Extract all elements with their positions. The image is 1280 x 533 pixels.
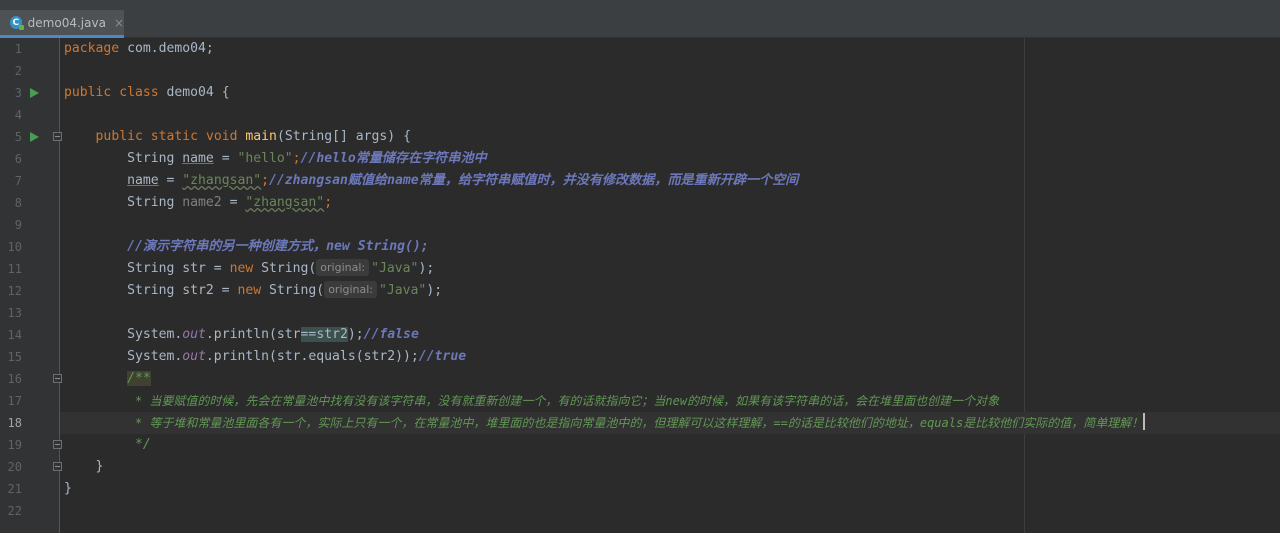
code-line-21[interactable]: } xyxy=(64,478,1280,500)
close-icon[interactable]: × xyxy=(114,16,124,30)
line-number: 15 xyxy=(7,350,22,364)
line-number: 19 xyxy=(7,438,22,452)
code-line-16[interactable]: /** xyxy=(64,368,1280,390)
code-line-1[interactable]: package com.demo04; xyxy=(64,38,1280,60)
line-number: 14 xyxy=(7,328,22,342)
code-line-18-current[interactable]: * 等于堆和常量池里面各有一个，实际上只有一个，在常量池中，堆里面的也是指向常量… xyxy=(60,412,1280,434)
line-number: 10 xyxy=(7,240,22,254)
line-number: 12 xyxy=(7,284,22,298)
line-number: 16 xyxy=(7,372,22,386)
tab-title: demo04.java xyxy=(27,15,106,30)
java-class-icon: C xyxy=(10,16,24,30)
code-line-3[interactable]: public class demo04 { xyxy=(64,82,1280,104)
line-number: 8 xyxy=(14,196,22,210)
line-number: 3 xyxy=(14,86,22,100)
line-number: 17 xyxy=(7,394,22,408)
line-number: 5 xyxy=(14,130,22,144)
line-number: 11 xyxy=(7,262,22,276)
line-number: 9 xyxy=(14,218,22,232)
tab-demo04-java[interactable]: C demo04.java × xyxy=(0,10,124,38)
code-line-12[interactable]: String str2 = new String(original: "Java"… xyxy=(64,280,1280,302)
code-line-17[interactable]: * 当要赋值的时候，先会在常量池中找有没有该字符串，没有就重新创建一个，有的话就… xyxy=(64,390,1280,412)
line-number: 2 xyxy=(14,64,22,78)
line-number: 13 xyxy=(7,306,22,320)
code-line-15[interactable]: System.out.println(str.equals(str2));//t… xyxy=(64,346,1280,368)
code-line-10[interactable]: //演示字符串的另一种创建方式，new String(); xyxy=(64,236,1280,258)
code-line-8[interactable]: String name2 = "zhangsan"; xyxy=(64,192,1280,214)
run-main-icon[interactable] xyxy=(30,132,39,142)
line-number: 22 xyxy=(7,504,22,518)
code-line-7[interactable]: name = "zhangsan";//zhangsan赋值给name常量，给字… xyxy=(64,170,1280,192)
line-number-current: 18 xyxy=(7,416,22,430)
code-line-19[interactable]: */ xyxy=(64,434,1280,456)
line-number: 1 xyxy=(14,42,22,56)
code-line-20[interactable]: } xyxy=(64,456,1280,478)
line-number: 21 xyxy=(7,482,22,496)
text-cursor xyxy=(1143,413,1146,430)
code-line-5[interactable]: public static void main(String[] args) { xyxy=(64,126,1280,148)
code-line-14[interactable]: System.out.println(str==str2);//false xyxy=(64,324,1280,346)
code-line-6[interactable]: String name = "hello";//hello常量储存在字符串池中 xyxy=(64,148,1280,170)
line-number: 4 xyxy=(14,108,22,122)
parameter-hint: original: xyxy=(324,281,378,298)
line-number: 7 xyxy=(14,174,22,188)
code-line-11[interactable]: String str = new String(original: "Java")… xyxy=(64,258,1280,280)
parameter-hint: original: xyxy=(316,259,370,276)
editor-tab-bar: C demo04.java × xyxy=(0,0,1280,38)
line-number-gutter: 1 2 3 4 5 6 7 8 9 10 11 12 13 14 15 16 1… xyxy=(0,38,62,533)
run-class-icon[interactable] xyxy=(30,88,39,98)
code-editor[interactable]: package com.demo04; public class demo04 … xyxy=(60,38,1280,533)
line-number: 6 xyxy=(14,152,22,166)
line-number: 20 xyxy=(7,460,22,474)
